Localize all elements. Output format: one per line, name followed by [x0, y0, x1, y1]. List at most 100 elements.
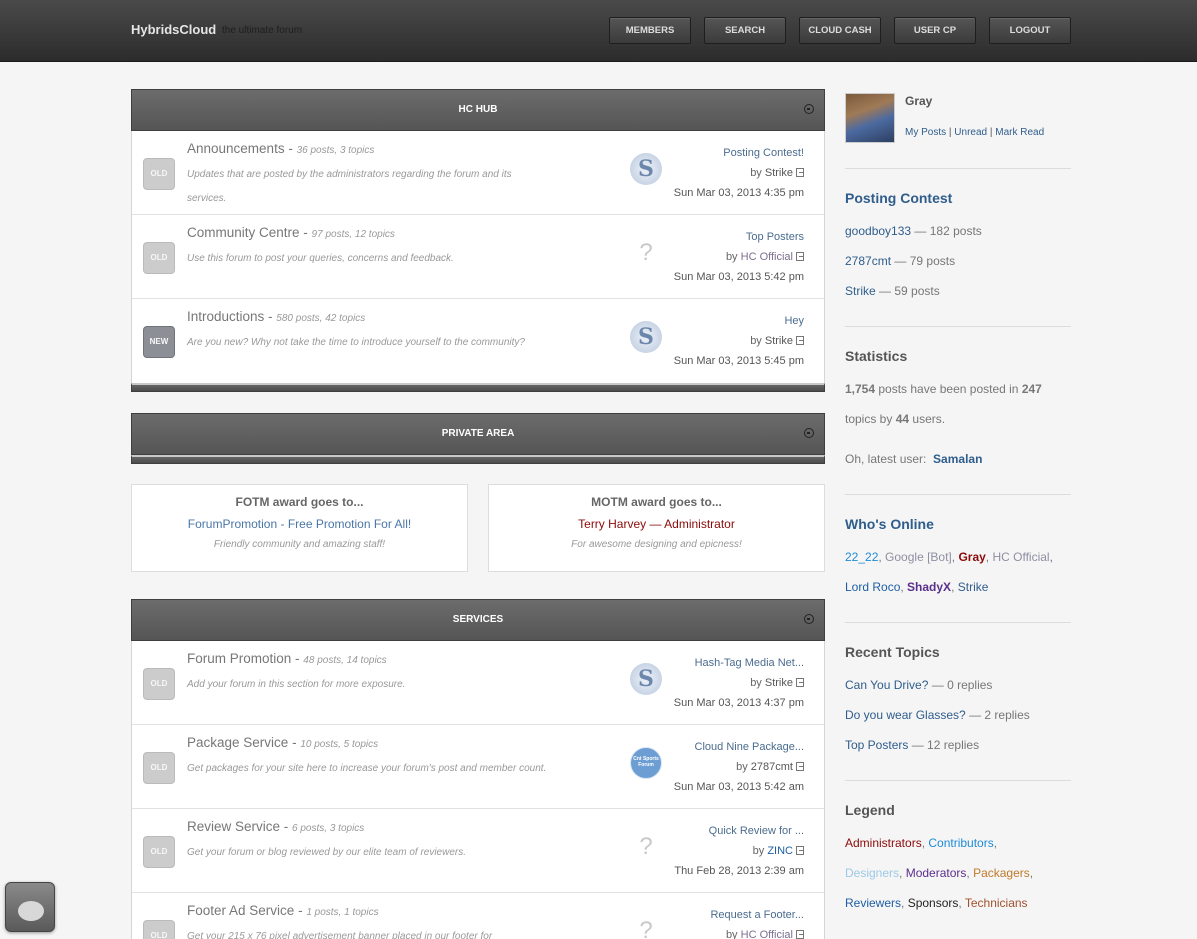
- go-to-post-icon[interactable]: [796, 168, 804, 177]
- last-poster-avatar[interactable]: S: [630, 663, 662, 695]
- category-header: HC HUB: [131, 89, 825, 131]
- forum-status-icon: OLD: [143, 920, 175, 939]
- online-user-link[interactable]: Strike: [958, 580, 989, 594]
- legend-group-link[interactable]: Reviewers: [845, 896, 901, 910]
- forum-name-link[interactable]: Announcements: [187, 141, 285, 156]
- forum-name-link[interactable]: Package Service: [187, 735, 288, 750]
- forum-status-icon: OLD: [143, 158, 175, 190]
- online-user-link[interactable]: 22_22: [845, 550, 878, 564]
- latest-user-link[interactable]: Samalan: [933, 452, 982, 466]
- last-poster-avatar[interactable]: S: [630, 321, 662, 353]
- last-post-title-link[interactable]: Request a Footer...: [710, 905, 804, 925]
- go-to-post-icon[interactable]: [796, 252, 804, 261]
- user-name[interactable]: Gray: [905, 94, 932, 108]
- chat-widget-button[interactable]: [5, 882, 55, 932]
- contest-entry: goodboy133 — 182 posts: [845, 216, 1071, 246]
- category-title: SERVICES: [452, 614, 504, 625]
- unread-link[interactable]: Unread: [954, 127, 987, 138]
- recent-topic-link[interactable]: Can You Drive?: [845, 678, 928, 692]
- contest-user-link[interactable]: Strike: [845, 284, 876, 298]
- online-user-link[interactable]: Lord Roco: [845, 580, 900, 594]
- online-user-link[interactable]: HC Official: [992, 550, 1049, 564]
- collapse-icon[interactable]: [804, 104, 814, 114]
- forum-title-line: Package Service - 10 posts, 5 topics: [187, 735, 379, 750]
- author-link[interactable]: Strike: [765, 167, 793, 179]
- last-post-title-link[interactable]: Hash-Tag Media Net...: [674, 653, 804, 673]
- last-post-title-link[interactable]: Top Posters: [674, 227, 804, 247]
- contest-post-count: — 79 posts: [894, 254, 956, 268]
- author-link[interactable]: HC Official: [741, 251, 793, 263]
- collapse-icon[interactable]: [804, 428, 814, 438]
- last-poster-avatar[interactable]: ?: [630, 831, 662, 863]
- legend-group-link[interactable]: Moderators: [906, 866, 967, 880]
- online-user-link[interactable]: Google [Bot]: [885, 550, 952, 564]
- by-label: by: [750, 167, 762, 179]
- forum-row: OLD Community Centre - 97 posts, 12 topic…: [132, 215, 824, 299]
- user-avatar[interactable]: [845, 93, 895, 143]
- last-poster-avatar[interactable]: S: [630, 153, 662, 185]
- forum-name-link[interactable]: Review Service: [187, 819, 280, 834]
- nav-user-cp-button[interactable]: USER CP: [894, 17, 976, 44]
- forum-title-line: Announcements - 36 posts, 3 topics: [187, 141, 375, 156]
- forum-status-icon: NEW: [143, 326, 175, 358]
- last-post-date: Sun Mar 03, 2013 5:42 pm: [673, 271, 804, 283]
- contest-post-count: — 59 posts: [879, 284, 940, 298]
- last-post-title-link[interactable]: Quick Review for ...: [674, 821, 804, 841]
- last-post-title-link[interactable]: Hey: [674, 311, 804, 331]
- recent-topic-link[interactable]: Do you wear Glasses?: [845, 708, 966, 722]
- my-posts-link[interactable]: My Posts: [905, 127, 946, 138]
- author-link[interactable]: HC Official: [741, 929, 793, 939]
- last-post-title-link[interactable]: Posting Contest!: [674, 143, 804, 163]
- award-winner-link[interactable]: Terry Harvey — Administrator: [489, 517, 824, 531]
- legend-group-link[interactable]: Technicians: [965, 896, 1028, 910]
- legend-group-link[interactable]: Designers: [845, 866, 899, 880]
- author-link[interactable]: Strike: [765, 677, 793, 689]
- go-to-post-icon[interactable]: [796, 678, 804, 687]
- author-link[interactable]: ZINC: [767, 845, 793, 857]
- nav-search-button[interactable]: SEARCH: [704, 17, 786, 44]
- category-header: SERVICES: [131, 599, 825, 641]
- go-to-post-icon[interactable]: [796, 930, 804, 939]
- last-post-date: Sun Mar 03, 2013 4:35 pm: [673, 187, 804, 199]
- contest-user-link[interactable]: 2787cmt: [845, 254, 891, 268]
- nav-cloud-cash-button[interactable]: CLOUD CASH: [799, 17, 881, 44]
- forum-description: Add your forum in this section for more …: [187, 679, 406, 690]
- legend-group-link[interactable]: Administrators: [845, 836, 922, 850]
- site-tagline: the ultimate forum: [222, 25, 303, 36]
- online-user-link[interactable]: Gray: [958, 550, 985, 564]
- category-private-area: PRIVATE AREA: [131, 413, 825, 464]
- forum-list: OLD Forum Promotion - 48 posts, 14 topics…: [131, 641, 825, 939]
- last-poster-avatar[interactable]: Cnt Sports Forum: [630, 747, 662, 779]
- legend-group-link[interactable]: Sponsors: [908, 896, 959, 910]
- go-to-post-icon[interactable]: [796, 762, 804, 771]
- legend-group-link[interactable]: Packagers: [973, 866, 1030, 880]
- forum-name-link[interactable]: Community Centre: [187, 225, 300, 240]
- last-poster-avatar[interactable]: ?: [630, 915, 662, 939]
- collapse-icon[interactable]: [804, 614, 814, 624]
- forum-status-icon: OLD: [143, 668, 175, 700]
- last-poster-avatar[interactable]: ?: [630, 237, 662, 269]
- author-link[interactable]: 2787cmt: [751, 761, 793, 773]
- last-post-title-link[interactable]: Cloud Nine Package...: [674, 737, 804, 757]
- nav-logout-button[interactable]: LOGOUT: [989, 17, 1071, 44]
- mark-read-link[interactable]: Mark Read: [995, 127, 1044, 138]
- go-to-post-icon[interactable]: [796, 336, 804, 345]
- nav-members-button[interactable]: MEMBERS: [609, 17, 691, 44]
- online-user-link[interactable]: ShadyX: [907, 580, 951, 594]
- recent-topic-link[interactable]: Top Posters: [845, 738, 908, 752]
- fotm-award-box: FOTM award goes to... ForumPromotion - F…: [131, 484, 468, 572]
- forum-status-icon: OLD: [143, 836, 175, 868]
- forum-name-link[interactable]: Forum Promotion: [187, 651, 291, 666]
- forum-name-link[interactable]: Introductions: [187, 309, 264, 324]
- author-link[interactable]: Strike: [765, 335, 793, 347]
- go-to-post-icon[interactable]: [796, 846, 804, 855]
- forum-stats: 580 posts, 42 topics: [276, 313, 366, 324]
- legend-group-link[interactable]: Contributors: [928, 836, 993, 850]
- post-count: 1,754: [845, 382, 876, 396]
- site-logo[interactable]: HybridsCloud: [131, 22, 216, 37]
- award-winner-link[interactable]: ForumPromotion - Free Promotion For All!: [132, 517, 467, 531]
- contest-user-link[interactable]: goodboy133: [845, 224, 911, 238]
- recent-topic-entry: Do you wear Glasses? — 2 replies: [845, 700, 1071, 730]
- category-footer: [131, 383, 825, 392]
- forum-name-link[interactable]: Footer Ad Service: [187, 903, 294, 918]
